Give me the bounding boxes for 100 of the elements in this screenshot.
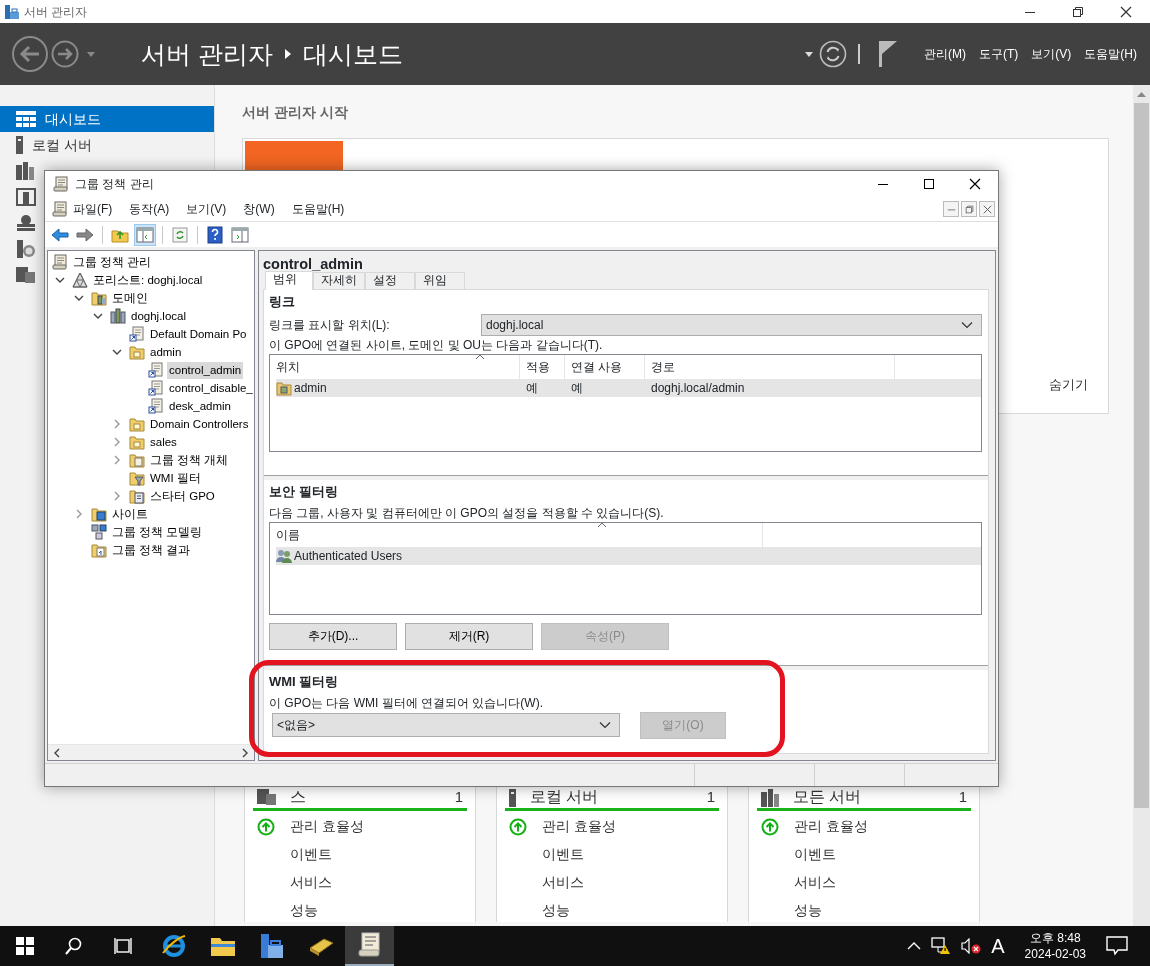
tile-row-label[interactable]: 성능 [542, 900, 570, 922]
sidebar-item[interactable]: 로컬 서버 [0, 132, 214, 158]
action-button[interactable]: 추가(D)... [269, 622, 397, 650]
tile-row-label[interactable]: 이벤트 [794, 844, 836, 866]
tree-item[interactable]: control_admin [167, 361, 244, 379]
forward-icon[interactable] [76, 226, 94, 243]
refresh-icon[interactable] [819, 40, 847, 68]
refresh-icon[interactable] [172, 226, 188, 243]
tree-item[interactable]: 사이트 [110, 505, 150, 523]
tile-row-label[interactable]: 관리 효율성 [794, 816, 868, 838]
tile-row-label[interactable]: 이벤트 [542, 844, 584, 866]
tile-title[interactable]: 모든 서버 [793, 787, 862, 806]
tile-row-label[interactable]: 서비스 [290, 872, 332, 894]
tree-item[interactable]: desk_admin [167, 397, 233, 415]
help-icon[interactable] [207, 225, 223, 244]
tile-row-label[interactable]: 서비스 [794, 872, 836, 894]
menu-item[interactable]: 관리(M) [924, 45, 966, 63]
clock-date[interactable]: 2024-02-03 [1024, 946, 1086, 962]
tile-row-label[interactable]: 서비스 [542, 872, 584, 894]
tree-item[interactable]: 그룹 정책 관리 [71, 253, 154, 271]
scroll-right-icon[interactable] [240, 747, 250, 758]
menu-item[interactable]: 도움말(H) [291, 200, 345, 218]
column-header[interactable]: 적용 [520, 354, 565, 379]
expander-icon[interactable] [74, 293, 84, 303]
scroll-up-icon[interactable] [1137, 91, 1146, 97]
expander-icon[interactable] [112, 347, 122, 357]
close-button[interactable] [979, 201, 995, 217]
tree-item[interactable]: WMI 필터 [148, 469, 203, 487]
scroll-icon[interactable] [52, 201, 68, 217]
menu-item[interactable]: 도구(T) [979, 45, 1019, 63]
tree-item[interactable]: control_disable_ [167, 379, 255, 397]
separator-icon [858, 44, 861, 64]
dropdown-field[interactable]: <없음> [272, 713, 620, 738]
taskbar-button[interactable] [345, 926, 394, 966]
tab[interactable]: 위임 [415, 272, 465, 289]
column-header[interactable]: 위치 [270, 354, 520, 379]
forward-icon[interactable] [51, 40, 79, 68]
tree-item[interactable]: Default Domain Po [148, 325, 249, 343]
clock-time[interactable]: 오후 8:48 [1024, 930, 1086, 946]
pane-icon[interactable] [231, 226, 249, 243]
tree-item[interactable]: 도메인 [110, 289, 150, 307]
maximize-icon[interactable] [923, 178, 935, 190]
network-warning-icon[interactable] [931, 937, 952, 955]
tree-item[interactable]: 스타터 GPO [148, 487, 217, 505]
menu-item[interactable]: 동작(A) [129, 200, 170, 218]
tree-item[interactable]: admin [148, 343, 184, 361]
close-icon[interactable] [969, 178, 981, 190]
column-header[interactable]: 경로 [645, 354, 895, 379]
column-header[interactable]: 연결 사용 [565, 354, 645, 379]
menu-item[interactable]: 파일(F) [73, 200, 113, 218]
task-view-icon[interactable] [113, 937, 132, 955]
search-icon[interactable] [64, 937, 83, 955]
tree-item[interactable]: 그룹 정책 개체 [148, 451, 231, 469]
tab[interactable]: 자세히 [313, 272, 365, 289]
tile-row-label[interactable]: 성능 [794, 900, 822, 922]
back-icon[interactable] [11, 35, 49, 73]
tree-item[interactable]: Domain Controllers [148, 415, 251, 433]
tree-item[interactable]: 그룹 정책 결과 [110, 541, 193, 559]
breadcrumb-item[interactable]: 대시보드 [302, 41, 403, 67]
input-indicator[interactable]: A [991, 931, 1005, 961]
list-row[interactable]: Authenticated Users [276, 546, 981, 565]
back-icon[interactable] [51, 226, 69, 243]
menu-item[interactable]: 보기(V) [1031, 45, 1072, 63]
flag-icon[interactable] [879, 41, 897, 67]
menu-item[interactable]: 보기(V) [186, 200, 227, 218]
restore-button[interactable] [961, 201, 977, 217]
menu-item[interactable]: 창(W) [243, 200, 275, 218]
dropdown-field[interactable]: doghj.local [481, 313, 982, 336]
tile-title[interactable]: 스 [290, 787, 306, 806]
tree-item[interactable]: sales [148, 433, 179, 451]
speaker-muted-icon[interactable] [961, 938, 982, 954]
tile-title[interactable]: 로컬 서버 [530, 787, 599, 806]
close-icon[interactable] [1120, 5, 1132, 18]
column-header[interactable]: 이름 [270, 522, 763, 547]
sidebar-item[interactable]: 대시보드 [0, 106, 214, 132]
tab[interactable]: 범위 [265, 271, 313, 290]
tree-item[interactable]: doghj.local [129, 307, 188, 325]
pane-toggle-button[interactable] [134, 223, 156, 246]
tile-row-label[interactable]: 관리 효율성 [542, 816, 616, 838]
horizontal-scrollbar[interactable] [48, 744, 254, 760]
tree-item[interactable]: 그룹 정책 모델링 [110, 523, 205, 541]
expander-icon[interactable] [93, 311, 103, 321]
list-row[interactable]: admin 예 예 doghj.local/admin [276, 378, 981, 397]
scrollbar[interactable] [1133, 85, 1150, 926]
chevron-up-icon[interactable] [907, 942, 922, 950]
hide-link[interactable]: 숨기기 [1049, 375, 1088, 395]
tree-item[interactable]: 포리스트: doghj.local [91, 271, 205, 289]
expander-icon[interactable] [55, 275, 65, 285]
tab[interactable]: 설정 [365, 272, 415, 289]
notification-icon[interactable] [1106, 936, 1128, 956]
action-button[interactable]: 제거(R) [405, 622, 533, 650]
tile-row-label[interactable]: 성능 [290, 900, 318, 922]
tile-row-label[interactable]: 관리 효율성 [290, 816, 364, 838]
caret-icon[interactable] [805, 51, 813, 57]
windows-logo-icon[interactable] [15, 937, 34, 955]
menu-item[interactable]: 도움말(H) [1084, 45, 1137, 63]
tile-row-label[interactable]: 이벤트 [290, 844, 332, 866]
scroll-left-icon[interactable] [52, 747, 62, 758]
restore-icon[interactable] [1072, 5, 1084, 18]
breadcrumb-item[interactable]: 서버 관리자 [141, 41, 273, 67]
